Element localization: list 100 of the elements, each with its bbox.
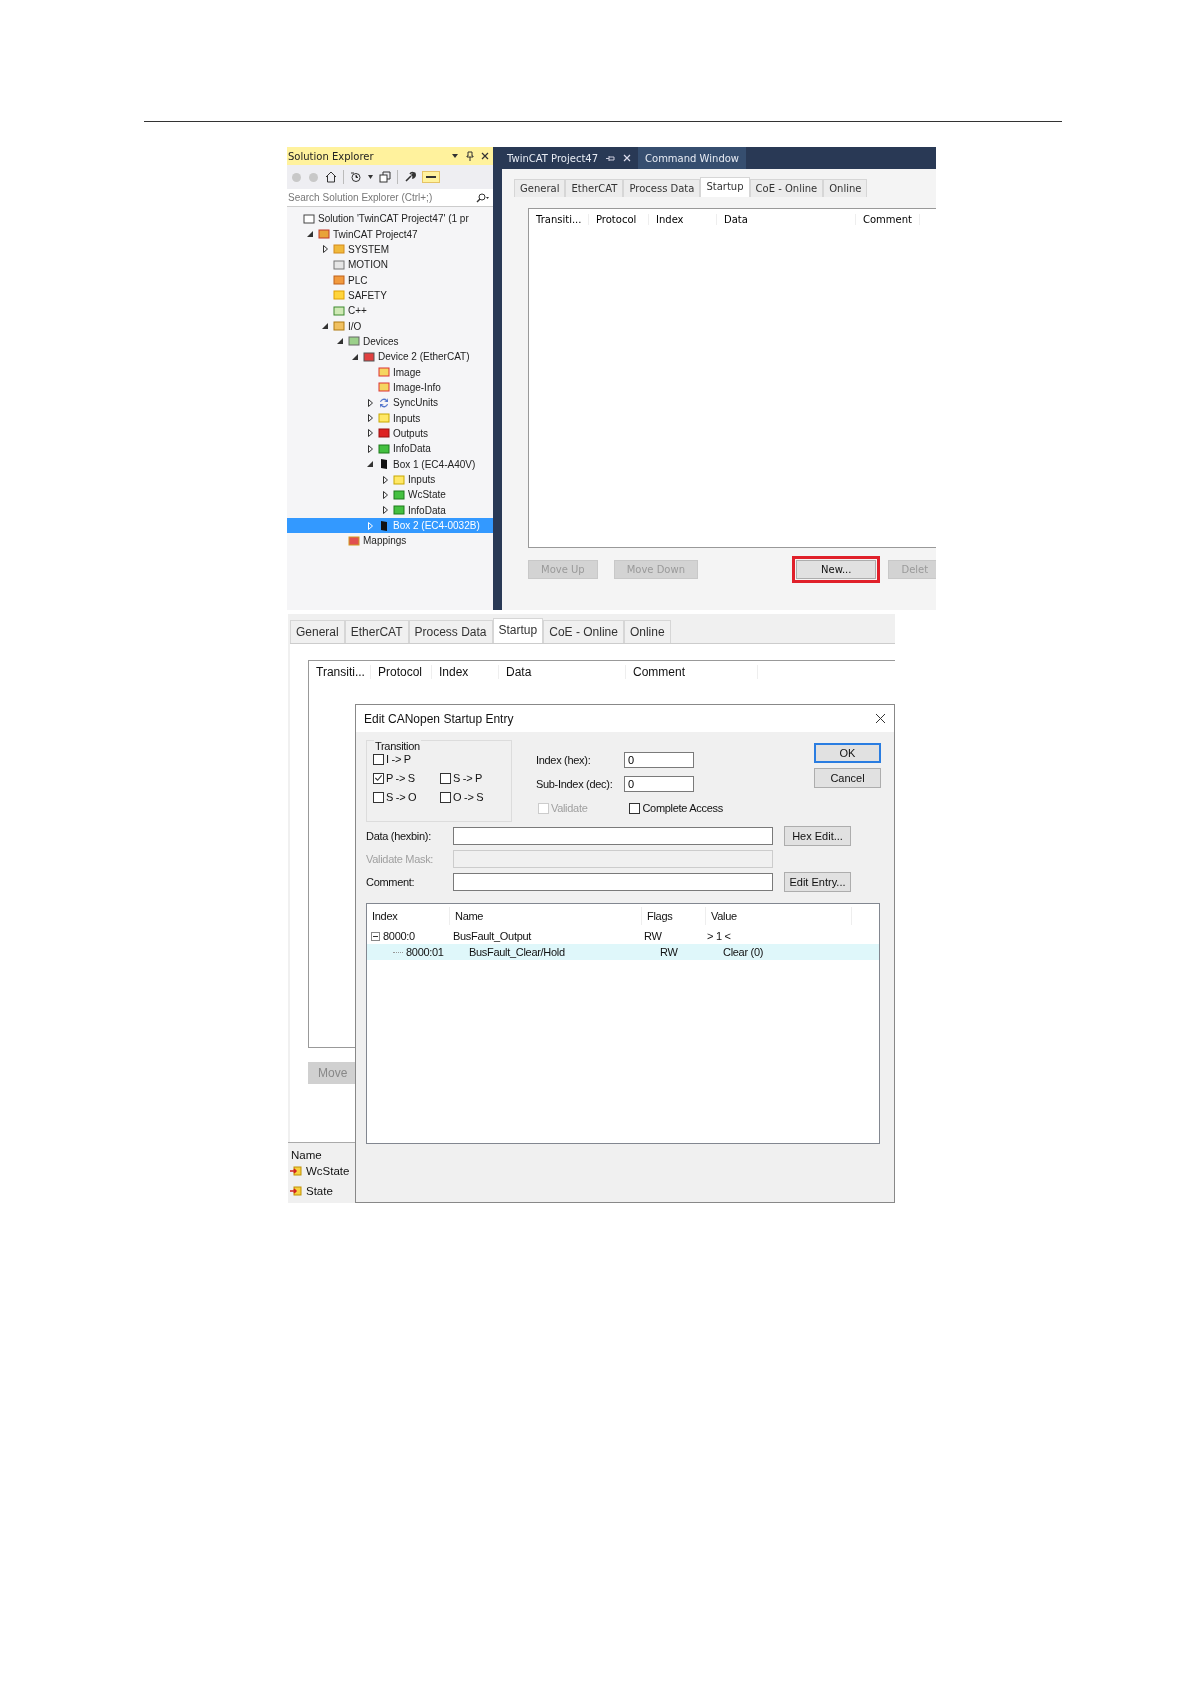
input-field[interactable] xyxy=(453,827,773,845)
expand-arrow-icon[interactable] xyxy=(322,245,328,254)
tree-item[interactable]: Solution 'TwinCAT Project47' (1 pr xyxy=(287,211,493,227)
tree-item[interactable]: InfoData xyxy=(287,502,493,518)
pin-icon[interactable] xyxy=(466,151,474,161)
checkbox[interactable] xyxy=(440,791,451,803)
list-row[interactable]: 8000:0 BusFault_Output RW > 1 < xyxy=(367,928,879,944)
edit-entry-button[interactable]: Edit Entry... xyxy=(784,872,851,892)
collapse-arrow-icon[interactable] xyxy=(337,338,343,345)
expand-arrow-icon[interactable] xyxy=(367,414,373,423)
index-text: 8000:0 xyxy=(383,930,415,942)
checkbox-label: O -> S xyxy=(453,791,484,803)
tree-item[interactable]: PLC xyxy=(287,272,493,288)
input-field[interactable]: 0 xyxy=(623,752,694,768)
caret-icon[interactable] xyxy=(368,175,373,179)
column-header[interactable]: Index xyxy=(432,665,499,679)
box-icon xyxy=(378,519,390,532)
input-field[interactable]: 0 xyxy=(623,776,694,792)
tab[interactable]: General xyxy=(290,620,345,643)
checkbox[interactable] xyxy=(373,791,384,803)
tree-item[interactable]: TwinCAT Project47 xyxy=(287,226,493,242)
dropdown-icon[interactable] xyxy=(451,153,459,159)
tree-item[interactable]: SYSTEM xyxy=(287,241,493,258)
action-button[interactable]: New... xyxy=(796,560,877,579)
checkbox[interactable] xyxy=(440,772,451,784)
search-icon[interactable] xyxy=(476,192,490,203)
column-header[interactable]: Data xyxy=(499,665,626,679)
wrench-icon[interactable] xyxy=(404,171,416,183)
input-field[interactable] xyxy=(453,873,773,891)
tree-item[interactable]: Image-Info xyxy=(287,379,493,396)
column-header[interactable]: Comment xyxy=(626,665,758,679)
tree-item[interactable]: WcState xyxy=(287,487,493,503)
field-label: Validate Mask: xyxy=(366,853,435,865)
collapse-arrow-icon[interactable] xyxy=(367,461,373,468)
tab[interactable]: EtherCAT xyxy=(344,620,409,643)
tree-item[interactable]: Mappings xyxy=(287,533,493,549)
preview-toggle[interactable] xyxy=(422,171,440,183)
io-icon xyxy=(333,320,345,333)
tree-item[interactable]: Device 2 (EtherCAT) xyxy=(287,349,493,365)
value-text: Clear (0) xyxy=(722,946,765,958)
column-header[interactable]: Name xyxy=(450,907,642,925)
variable-name[interactable]: State xyxy=(306,1185,333,1197)
variable-name[interactable]: WcState xyxy=(306,1165,350,1177)
tab[interactable]: CoE - Online xyxy=(749,179,824,197)
expand-arrow-icon[interactable] xyxy=(382,490,388,499)
tree-item[interactable]: C++ xyxy=(287,303,493,319)
checkbox[interactable] xyxy=(373,753,384,765)
expand-arrow-icon[interactable] xyxy=(367,398,373,407)
tab[interactable]: General xyxy=(514,179,566,197)
tree-item[interactable]: InfoData xyxy=(287,441,493,457)
column-header[interactable]: Flags xyxy=(642,907,706,925)
column-header[interactable]: Data xyxy=(717,213,856,225)
expand-arrow-icon[interactable] xyxy=(382,475,388,484)
tree-item[interactable]: SAFETY xyxy=(287,287,493,304)
collapse-icon[interactable] xyxy=(371,931,380,941)
column-header[interactable]: Transiti... xyxy=(529,213,589,225)
tab[interactable]: Process Data xyxy=(623,179,701,197)
list-row[interactable]: 8000:01 BusFault_Clear/Hold RW Clear (0) xyxy=(367,944,879,960)
tab[interactable]: Online xyxy=(623,620,671,643)
hex-edit-button[interactable]: Hex Edit... xyxy=(784,826,851,846)
tree-item[interactable]: Devices xyxy=(287,333,493,350)
checkbox[interactable] xyxy=(629,802,641,814)
tab[interactable]: CoE - Online xyxy=(543,620,624,643)
home-icon[interactable] xyxy=(325,171,337,183)
collapse-arrow-icon[interactable] xyxy=(322,323,328,330)
collapse-arrow-icon[interactable] xyxy=(307,231,313,237)
checkbox[interactable] xyxy=(373,772,384,784)
document-tab[interactable]: Command Window xyxy=(638,147,747,169)
column-header[interactable]: Protocol xyxy=(589,213,649,225)
tree-item[interactable]: Inputs xyxy=(287,410,493,426)
ok-button[interactable]: OK xyxy=(814,743,881,763)
history-icon[interactable] xyxy=(350,171,362,183)
tab[interactable]: Online xyxy=(823,179,868,197)
column-header[interactable]: Protocol xyxy=(371,665,432,679)
tree-item[interactable]: Image xyxy=(287,364,493,380)
collapse-arrow-icon[interactable] xyxy=(352,353,358,360)
expand-arrow-icon[interactable] xyxy=(382,506,388,515)
tree-item[interactable]: I/O xyxy=(287,318,493,334)
tree-item[interactable]: Outputs xyxy=(287,425,493,442)
name-text: BusFault_Clear/Hold xyxy=(468,946,566,958)
search-field[interactable]: Search Solution Explorer (Ctrl+;) xyxy=(287,189,493,207)
tree-item[interactable]: Inputs xyxy=(287,471,493,488)
column-header[interactable]: Transiti... xyxy=(309,665,371,679)
tree-item[interactable]: SyncUnits xyxy=(287,395,493,411)
windows-icon[interactable] xyxy=(379,171,391,183)
close-icon[interactable] xyxy=(481,152,489,160)
tree-item[interactable]: MOTION xyxy=(287,257,493,273)
tab[interactable]: EtherCAT xyxy=(565,179,624,197)
column-header[interactable]: Comment xyxy=(856,213,920,225)
tab[interactable]: Startup xyxy=(700,177,750,197)
expand-arrow-icon[interactable] xyxy=(367,444,373,453)
close-icon[interactable] xyxy=(875,713,886,724)
column-header[interactable]: Index xyxy=(649,213,717,225)
column-header[interactable]: Index xyxy=(367,907,450,925)
tree-item[interactable]: Box 1 (EC4-A40V) xyxy=(287,456,493,472)
tab[interactable]: Process Data xyxy=(408,620,493,643)
tab[interactable]: Startup xyxy=(492,618,544,643)
cancel-button[interactable]: Cancel xyxy=(814,768,881,788)
expand-arrow-icon[interactable] xyxy=(367,429,373,438)
column-header[interactable]: Value xyxy=(706,907,852,925)
